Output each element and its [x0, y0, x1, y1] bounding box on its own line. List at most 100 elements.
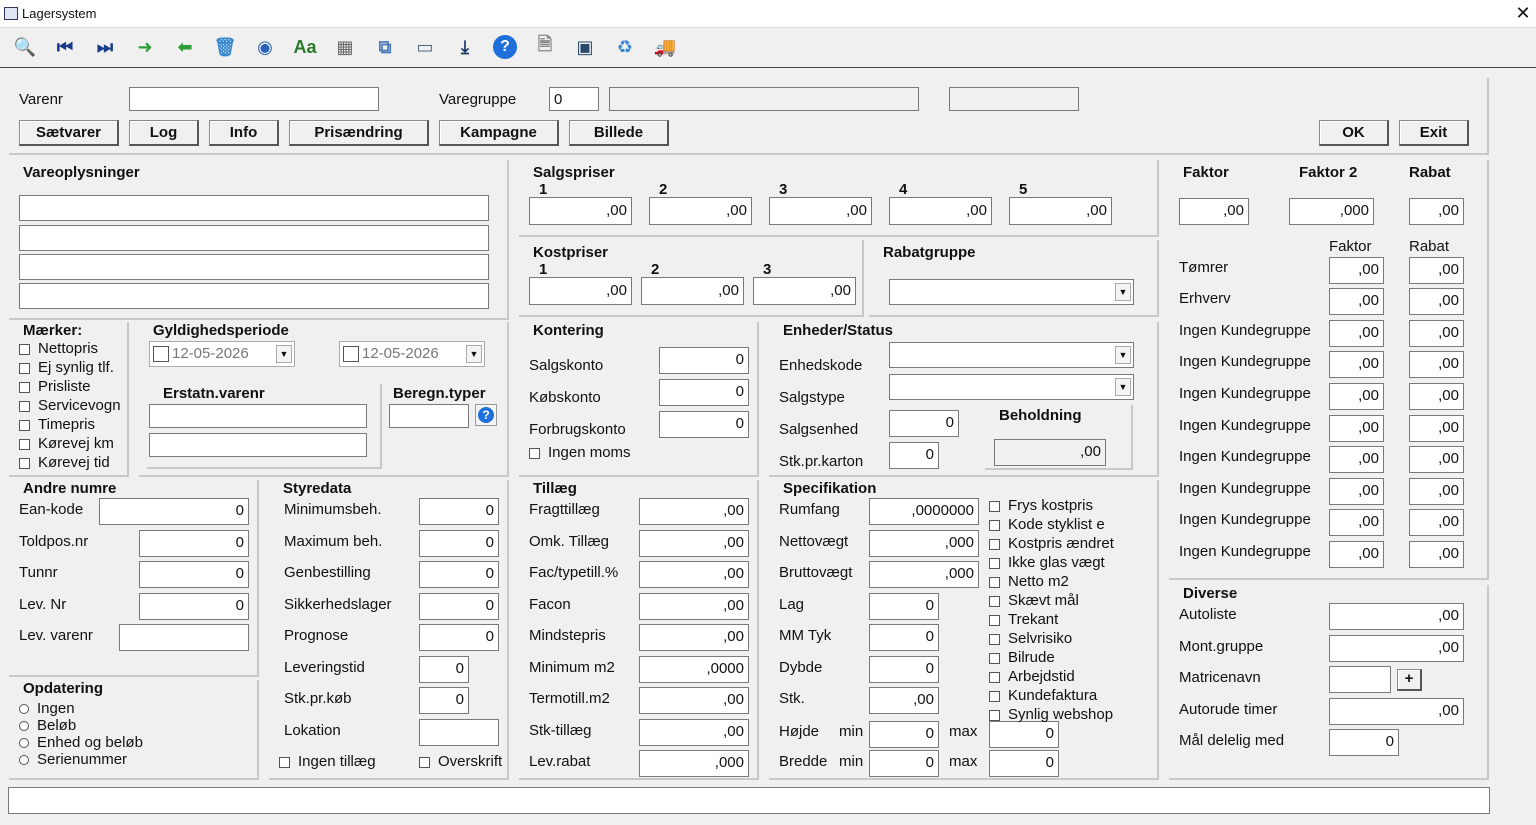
- copy-icon[interactable]: ⧉: [370, 33, 400, 61]
- tillaeg-input[interactable]: ,00: [639, 561, 749, 588]
- description-line-2[interactable]: [19, 225, 489, 251]
- maerke-checkbox[interactable]: Nettopris: [19, 340, 98, 358]
- tillaeg-input[interactable]: ,0000: [639, 656, 749, 683]
- kostpris-2-input[interactable]: ,00: [641, 277, 744, 305]
- kundegruppe-faktor-input[interactable]: ,00: [1329, 288, 1384, 315]
- kundegruppe-rabat-input[interactable]: ,00: [1409, 478, 1464, 505]
- tillaeg-input[interactable]: ,00: [639, 530, 749, 557]
- kontering-input[interactable]: 0: [659, 347, 749, 374]
- exit-button[interactable]: Exit: [1399, 120, 1469, 146]
- tunnr-input[interactable]: 0: [139, 561, 249, 588]
- kampagne-button[interactable]: Kampagne: [439, 120, 559, 146]
- opdatering-radio[interactable]: Serienummer: [19, 752, 127, 768]
- spec-checkbox[interactable]: Kode styklist e: [989, 516, 1105, 534]
- download-icon[interactable]: ⤓: [450, 33, 480, 61]
- styredata-input[interactable]: 0: [419, 656, 469, 683]
- varegruppe-input[interactable]: 0: [549, 87, 599, 111]
- valid-to-date[interactable]: 12-05-2026 ▼: [339, 341, 485, 367]
- spec-checkbox[interactable]: Selvrisiko: [989, 630, 1072, 648]
- kundegruppe-faktor-input[interactable]: ,00: [1329, 351, 1384, 378]
- overskrift-checkbox[interactable]: Overskrift: [419, 753, 502, 771]
- erstatn-input-2[interactable]: [149, 433, 367, 457]
- back-arrow-icon[interactable]: ⬅: [170, 33, 200, 61]
- maerke-checkbox[interactable]: Servicevogn: [19, 397, 121, 415]
- salgstype-select[interactable]: ▼: [889, 374, 1134, 400]
- salgspris-2-input[interactable]: ,00: [649, 197, 752, 225]
- chevron-down-icon[interactable]: ▼: [276, 345, 292, 363]
- maerke-checkbox[interactable]: Timepris: [19, 416, 95, 434]
- styredata-input[interactable]: 0: [419, 624, 499, 651]
- styredata-input[interactable]: 0: [419, 687, 469, 714]
- tillaeg-input[interactable]: ,00: [639, 687, 749, 714]
- kundegruppe-rabat-input[interactable]: ,00: [1409, 509, 1464, 536]
- salgsenhed-input[interactable]: 0: [889, 410, 959, 437]
- bredde-min-input[interactable]: 0: [869, 750, 939, 777]
- spec-input[interactable]: 0: [869, 624, 939, 651]
- spec-input[interactable]: ,000: [869, 561, 979, 588]
- prisaendring-button[interactable]: Prisændring: [289, 120, 429, 146]
- valid-to-checkbox[interactable]: [343, 346, 359, 362]
- kundegruppe-faktor-input[interactable]: ,00: [1329, 509, 1384, 536]
- styredata-input[interactable]: [419, 719, 499, 746]
- recycle-icon[interactable]: ♻: [610, 33, 640, 61]
- autoliste-input[interactable]: ,00: [1329, 603, 1464, 630]
- spec-input[interactable]: 0: [869, 656, 939, 683]
- kundegruppe-faktor-input[interactable]: ,00: [1329, 320, 1384, 347]
- stk-karton-input[interactable]: 0: [889, 442, 939, 469]
- kundegruppe-rabat-input[interactable]: ,00: [1409, 383, 1464, 410]
- kontering-input[interactable]: 0: [659, 379, 749, 406]
- kundegruppe-rabat-input[interactable]: ,00: [1409, 415, 1464, 442]
- opdatering-radio[interactable]: Ingen: [19, 701, 75, 717]
- forward-arrow-icon[interactable]: ➜: [130, 33, 160, 61]
- chevron-down-icon[interactable]: ▼: [466, 345, 482, 363]
- kundegruppe-rabat-input[interactable]: ,00: [1409, 541, 1464, 568]
- tillaeg-input[interactable]: ,00: [639, 719, 749, 746]
- document-icon[interactable]: 🗎: [530, 33, 560, 61]
- styredata-input[interactable]: 0: [419, 561, 499, 588]
- levvarenr-input[interactable]: [119, 624, 249, 651]
- log-button[interactable]: Log: [129, 120, 199, 146]
- spec-checkbox[interactable]: Synlig webshop: [989, 706, 1113, 724]
- kundegruppe-faktor-input[interactable]: ,00: [1329, 478, 1384, 505]
- levnr-input[interactable]: 0: [139, 593, 249, 620]
- kundegruppe-faktor-input[interactable]: ,00: [1329, 541, 1384, 568]
- faktor-input[interactable]: ,00: [1179, 198, 1249, 225]
- info-button[interactable]: Info: [209, 120, 279, 146]
- hojde-min-input[interactable]: 0: [869, 721, 939, 748]
- styredata-input[interactable]: 0: [419, 593, 499, 620]
- calculator-icon[interactable]: ▦: [330, 33, 360, 61]
- rabat-input[interactable]: ,00: [1409, 198, 1464, 225]
- help-icon[interactable]: ?: [493, 35, 517, 59]
- kundegruppe-rabat-input[interactable]: ,00: [1409, 320, 1464, 347]
- kundegruppe-rabat-input[interactable]: ,00: [1409, 288, 1464, 315]
- truck-icon[interactable]: 🚚: [650, 33, 680, 61]
- kontering-input[interactable]: 0: [659, 411, 749, 438]
- chevron-down-icon[interactable]: ▼: [1115, 346, 1131, 364]
- salgspris-1-input[interactable]: ,00: [529, 197, 632, 225]
- kostpris-1-input[interactable]: ,00: [529, 277, 632, 305]
- opdatering-radio[interactable]: Beløb: [19, 718, 76, 734]
- valid-from-date[interactable]: 12-05-2026 ▼: [149, 341, 295, 367]
- ingen-tillaeg-checkbox[interactable]: Ingen tillæg: [279, 753, 376, 771]
- tillaeg-input[interactable]: ,000: [639, 750, 749, 777]
- salgspris-4-input[interactable]: ,00: [889, 197, 992, 225]
- autorude-input[interactable]: ,00: [1329, 698, 1464, 725]
- faktor2-input[interactable]: ,000: [1289, 198, 1374, 225]
- hojde-max-input[interactable]: 0: [989, 721, 1059, 748]
- saetvarer-button[interactable]: Sætvarer: [19, 120, 119, 146]
- styredata-input[interactable]: 0: [419, 498, 499, 525]
- ean-input[interactable]: 0: [99, 498, 249, 525]
- spec-checkbox[interactable]: Netto m2: [989, 573, 1069, 591]
- search-icon[interactable]: 🔍: [10, 33, 40, 61]
- spec-input[interactable]: 0: [869, 593, 939, 620]
- last-record-icon[interactable]: ⏭: [90, 33, 120, 61]
- maerke-checkbox[interactable]: Prisliste: [19, 378, 91, 396]
- spec-checkbox[interactable]: Arbejdstid: [989, 668, 1075, 686]
- beregn-help-button[interactable]: ?: [475, 404, 497, 426]
- kundegruppe-faktor-input[interactable]: ,00: [1329, 446, 1384, 473]
- ingen-moms-checkbox[interactable]: Ingen moms: [529, 444, 631, 462]
- bredde-max-input[interactable]: 0: [989, 750, 1059, 777]
- kundegruppe-faktor-input[interactable]: ,00: [1329, 415, 1384, 442]
- varenr-input[interactable]: [129, 87, 379, 111]
- kostpris-3-input[interactable]: ,00: [753, 277, 856, 305]
